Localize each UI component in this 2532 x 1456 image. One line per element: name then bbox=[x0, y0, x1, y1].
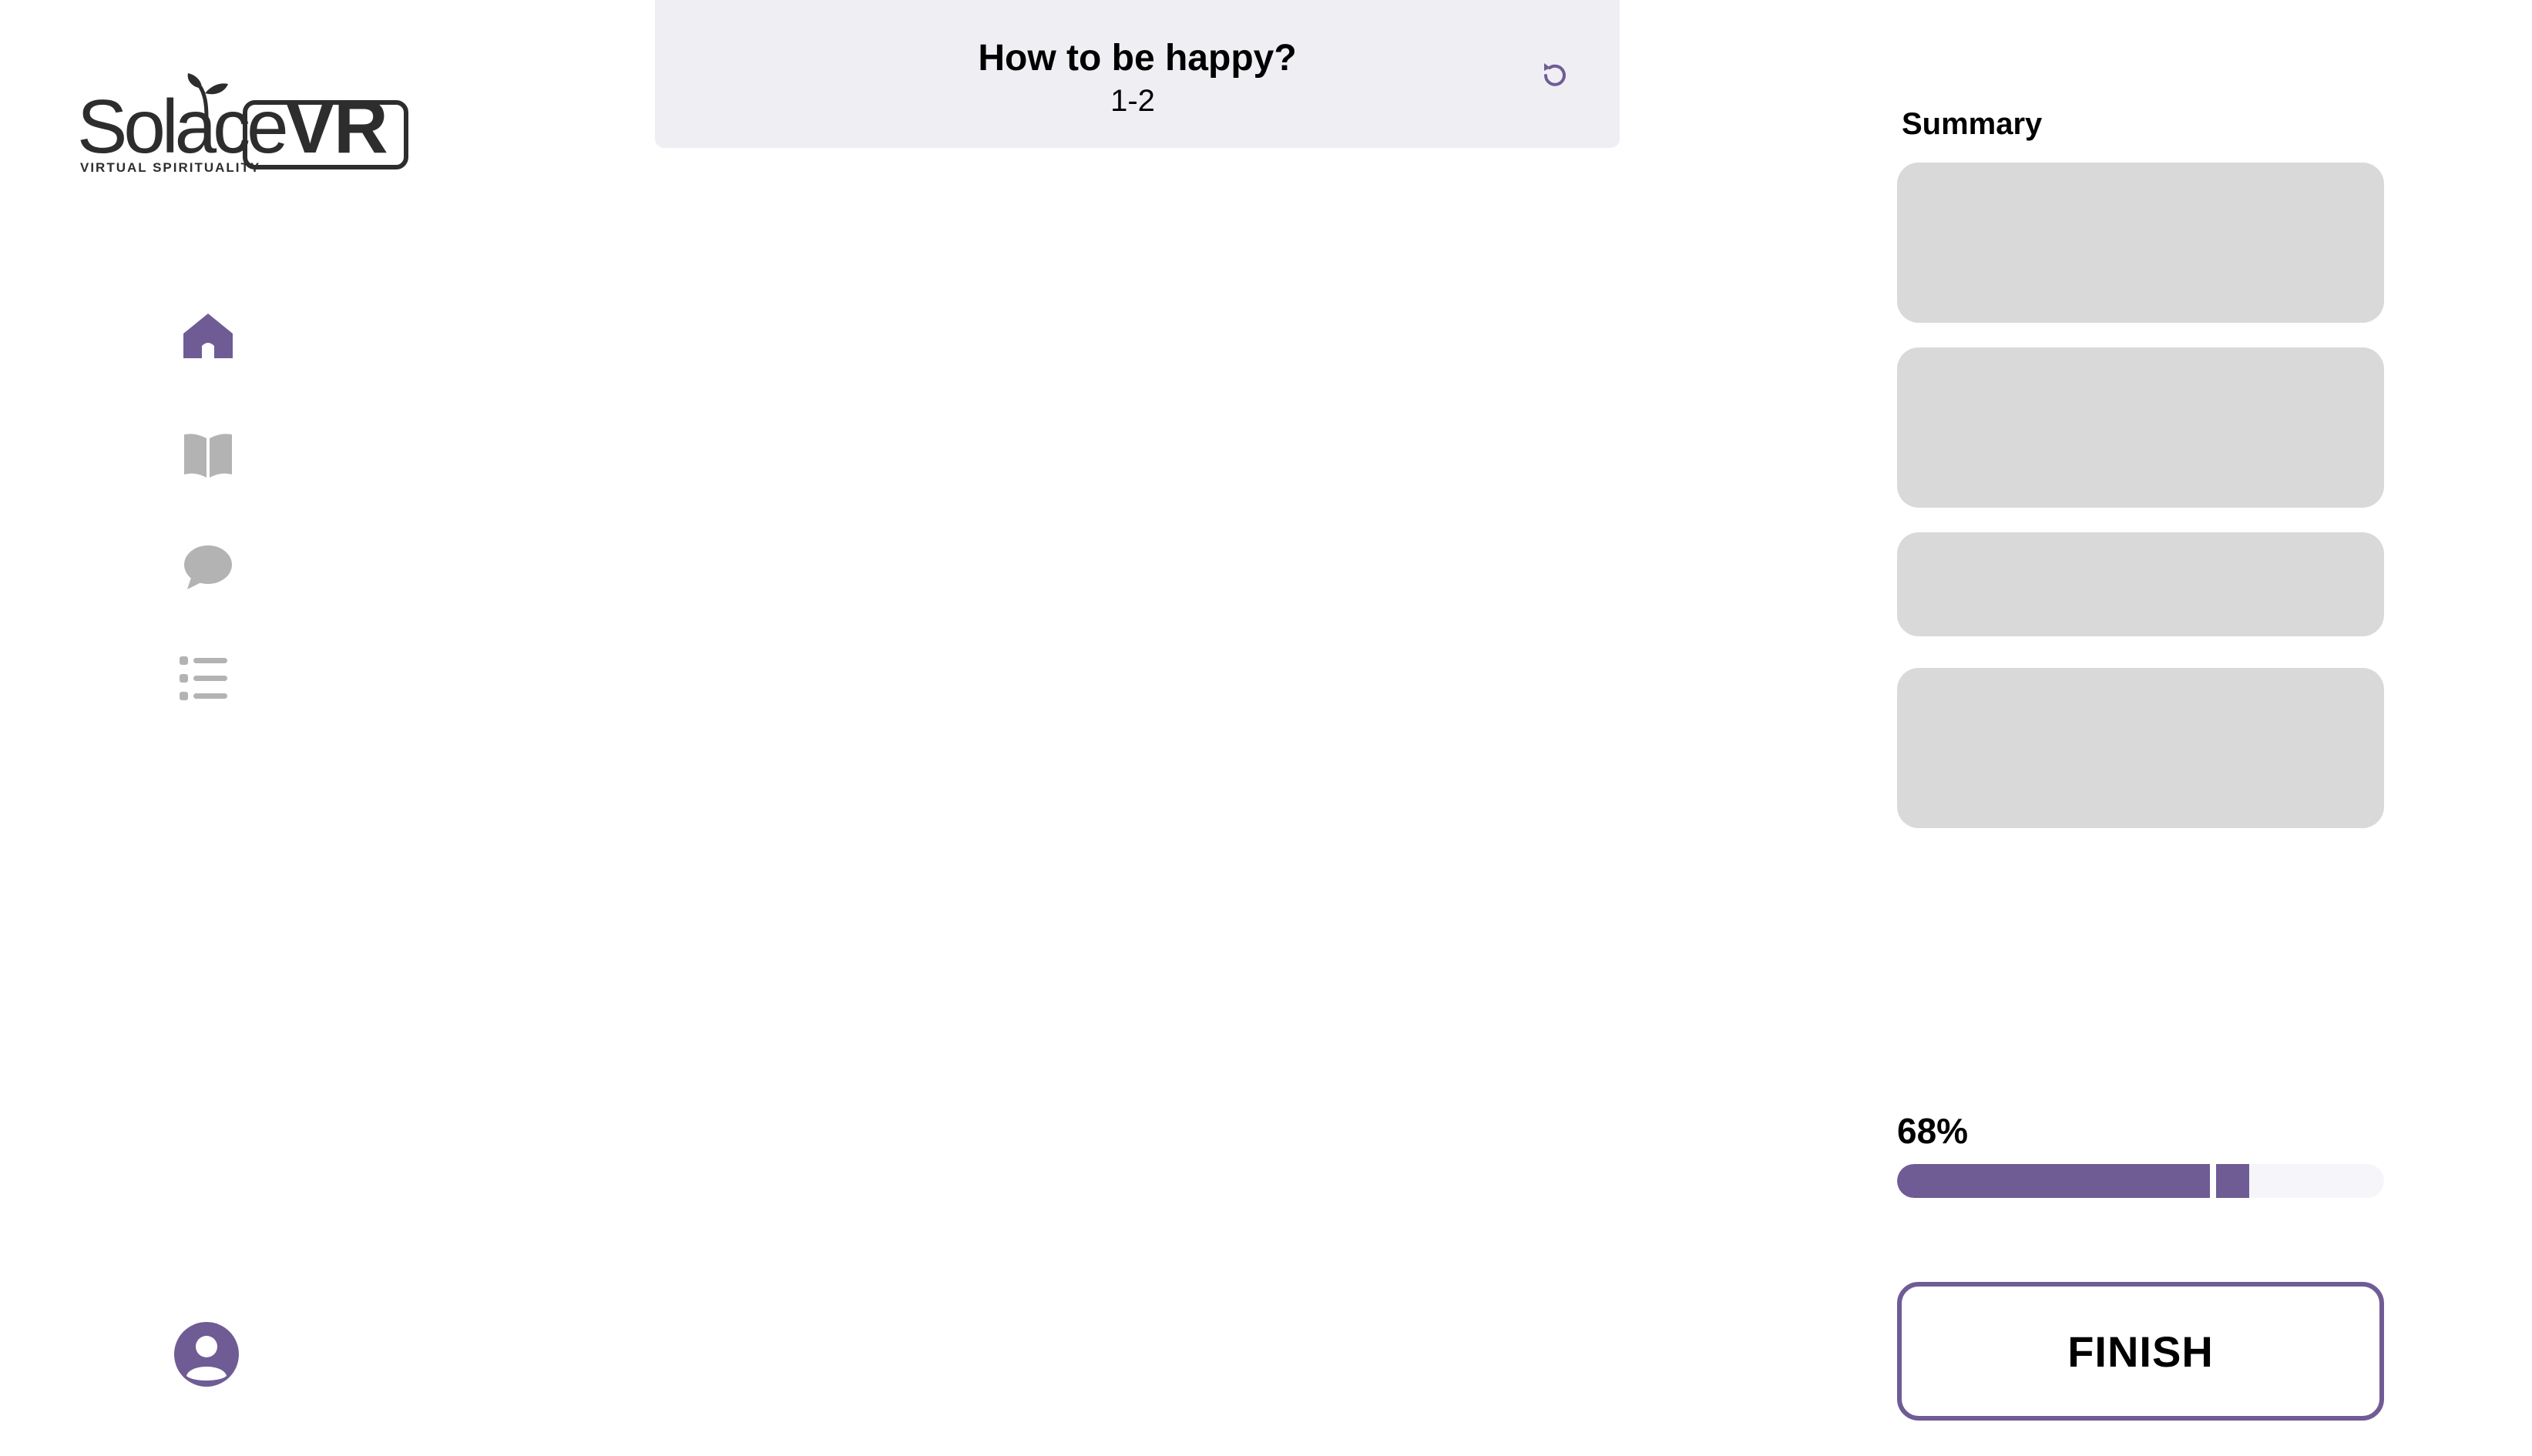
summary-card[interactable] bbox=[1897, 532, 2384, 636]
summary-card[interactable] bbox=[1897, 668, 2384, 828]
progress-fill bbox=[1897, 1164, 2249, 1198]
lesson-title: How to be happy? bbox=[978, 38, 1297, 79]
logo-word-vr: VR bbox=[284, 84, 388, 169]
book-icon bbox=[184, 434, 232, 478]
list-icon bbox=[180, 656, 227, 700]
lesson-subtitle: 1-2 bbox=[1110, 84, 1155, 118]
summary-card[interactable] bbox=[1897, 163, 2384, 323]
nav-library[interactable] bbox=[177, 428, 239, 483]
app-root: SolaceVR VIRTUAL SPIRITUALITY How to be … bbox=[0, 0, 2532, 1456]
profile-button[interactable] bbox=[170, 1317, 243, 1391]
progress-marker bbox=[2210, 1164, 2216, 1198]
progress-bar bbox=[1897, 1164, 2384, 1198]
home-icon bbox=[183, 314, 233, 358]
logo-word-solace: Solace bbox=[77, 84, 289, 169]
summary-card[interactable] bbox=[1897, 347, 2384, 508]
nav-list[interactable] bbox=[173, 651, 235, 706]
summary-heading: Summary bbox=[1902, 107, 2043, 141]
logo-wordmark: SolaceVR bbox=[77, 89, 388, 164]
nav-chat[interactable] bbox=[177, 539, 239, 595]
solacevr-logo: SolaceVR VIRTUAL SPIRITUALITY bbox=[77, 73, 408, 177]
chat-icon bbox=[184, 545, 232, 589]
nav-home[interactable] bbox=[177, 308, 239, 364]
logo-tagline: VIRTUAL SPIRITUALITY bbox=[80, 160, 261, 175]
lesson-header: How to be happy? 1-2 bbox=[655, 0, 1620, 148]
refresh-icon[interactable] bbox=[1538, 59, 1572, 92]
user-avatar-icon bbox=[173, 1321, 239, 1387]
progress-percent: 68% bbox=[1897, 1111, 1969, 1151]
finish-button[interactable]: FINISH bbox=[1897, 1282, 2384, 1421]
